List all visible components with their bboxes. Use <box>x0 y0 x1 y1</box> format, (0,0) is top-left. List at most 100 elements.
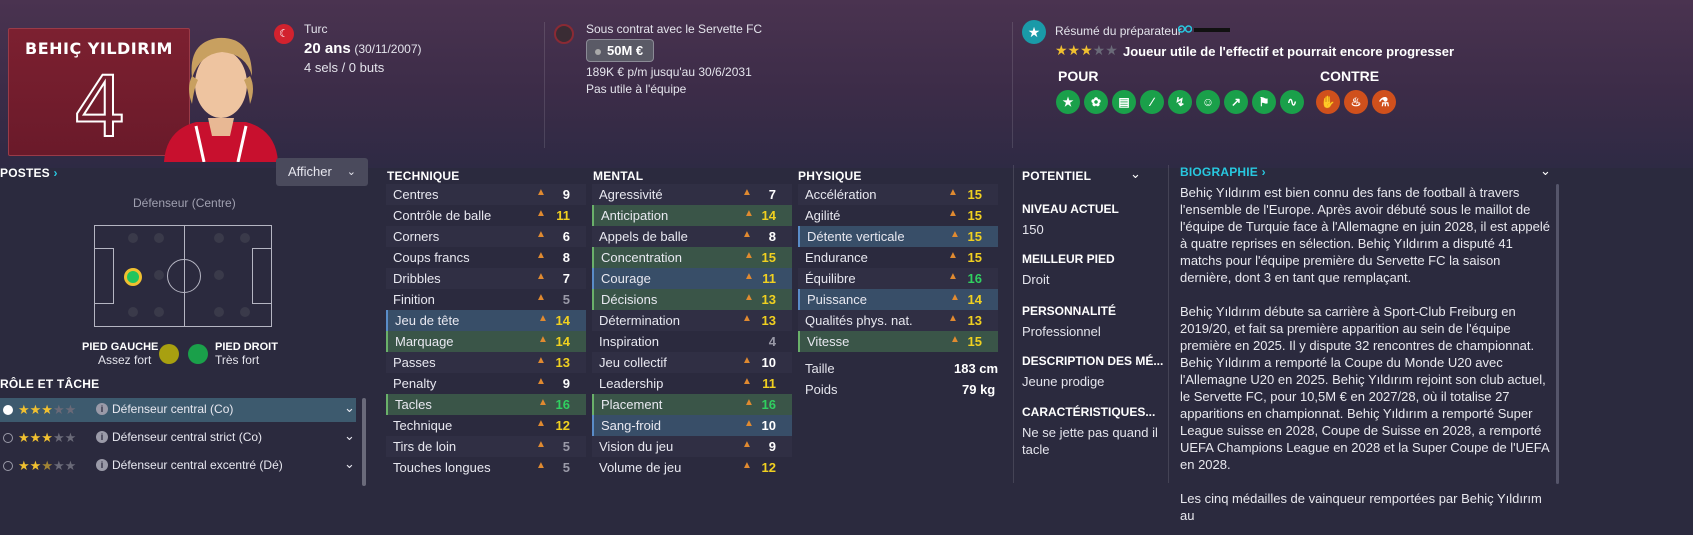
positions-title[interactable]: POSTES › <box>0 166 58 180</box>
dribble-icon[interactable]: ↯ <box>1168 90 1192 114</box>
attribute-row[interactable]: Appels de balle ▲ 8 <box>592 226 792 247</box>
role-radio[interactable] <box>3 433 13 443</box>
handshake-icon[interactable]: ✋ <box>1316 90 1340 114</box>
flag-icon[interactable]: ⚑ <box>1252 90 1276 114</box>
biography-title[interactable]: BIOGRAPHIE › <box>1180 165 1266 179</box>
attribute-row[interactable]: Anticipation ▲ 14 <box>592 205 792 226</box>
attribute-row[interactable]: Technique ▲ 12 <box>386 415 586 436</box>
fire-icon[interactable]: ♨ <box>1344 90 1368 114</box>
attribute-value: 5 <box>562 460 570 475</box>
attribute-row[interactable]: Jeu de tête ▲ 14 <box>386 310 586 331</box>
age-line: 20 ans (30/11/2007) <box>304 40 422 57</box>
attribute-row[interactable]: Puissance ▲ 14 <box>798 289 998 310</box>
tactic-board-icon[interactable]: ▤ <box>1112 90 1136 114</box>
divider <box>1168 165 1169 483</box>
roles-scrollbar[interactable] <box>362 398 366 486</box>
role-radio[interactable] <box>3 405 13 415</box>
contre-label: CONTRE <box>1320 68 1380 84</box>
progress-arrow-icon: ▲ <box>536 355 546 366</box>
role-row[interactable]: ★★★★★ i Défenseur central (Co) ⌄ <box>0 398 356 422</box>
attribute-row[interactable]: Tacles ▲ 16 <box>386 394 586 415</box>
attribute-value: 14 <box>555 334 570 349</box>
attribute-row[interactable]: Passes ▲ 13 <box>386 352 586 373</box>
attribute-row[interactable]: Leadership ▲ 11 <box>592 373 792 394</box>
attribute-row[interactable]: Détermination ▲ 13 <box>592 310 792 331</box>
progress-arrow-icon: ▲ <box>536 187 546 198</box>
attribute-value: 9 <box>562 187 570 202</box>
attribute-row[interactable]: Jeu collectif ▲ 10 <box>592 352 792 373</box>
attribute-value: 9 <box>562 376 570 391</box>
attribute-row[interactable]: Touches longues ▲ 5 <box>386 457 586 478</box>
chevron-down-icon[interactable]: ⌄ <box>344 456 355 472</box>
chevron-down-icon[interactable]: ⌄ <box>1540 163 1551 179</box>
attribute-row[interactable]: Vitesse ▲ 15 <box>798 331 998 352</box>
attribute-row[interactable]: Penalty ▲ 9 <box>386 373 586 394</box>
role-row[interactable]: ★★★★★ i Défenseur central excentré (Dé) … <box>0 454 356 478</box>
attribute-row[interactable]: Placement ▲ 16 <box>592 394 792 415</box>
attribute-row[interactable]: Accélération ▲ 15 <box>798 184 998 205</box>
info-icon[interactable]: i <box>96 459 108 471</box>
attribute-row[interactable]: Dribbles ▲ 7 <box>386 268 586 289</box>
attribute-name: Penalty <box>393 376 437 391</box>
attribute-row[interactable]: Centres ▲ 9 <box>386 184 586 205</box>
attribute-row[interactable]: Sang-froid ▲ 10 <box>592 415 792 436</box>
attribute-name: Jeu collectif <box>599 355 667 370</box>
coach-stars: ★★★★★ <box>1055 42 1118 58</box>
chevron-down-icon[interactable]: ⌄ <box>344 428 355 444</box>
attribute-row[interactable]: Endurance ▲ 15 <box>798 247 998 268</box>
progress-arrow-icon: ▲ <box>536 229 546 240</box>
chevron-down-icon[interactable]: ⌄ <box>344 400 355 416</box>
attribute-value: 9 <box>768 439 776 454</box>
attribute-row[interactable]: Contrôle de balle ▲ 11 <box>386 205 586 226</box>
media-description-label: DESCRIPTION DES MÉ... <box>1022 354 1164 368</box>
star-icon[interactable]: ★ <box>1056 90 1080 114</box>
flask-icon[interactable]: ⚗ <box>1372 90 1396 114</box>
progress-arrow-icon: ▲ <box>744 250 754 261</box>
attribute-row[interactable]: Coups francs ▲ 8 <box>386 247 586 268</box>
attribute-row[interactable]: Courage ▲ 11 <box>592 268 792 289</box>
attribute-row[interactable]: Qualités phys. nat. ▲ 13 <box>798 310 998 331</box>
attribute-row[interactable]: Vision du jeu ▲ 9 <box>592 436 792 457</box>
attribute-row[interactable]: Marquage ▲ 14 <box>386 331 586 352</box>
attribute-row[interactable]: Inspiration 4 <box>592 331 792 352</box>
attribute-name: Vision du jeu <box>599 439 674 454</box>
attribute-row[interactable]: Concentration ▲ 15 <box>592 247 792 268</box>
attribute-name: Tirs de loin <box>393 439 457 454</box>
attribute-row[interactable]: Décisions ▲ 13 <box>592 289 792 310</box>
attribute-row[interactable]: Équilibre ▲ 16 <box>798 268 998 289</box>
attribute-name: Équilibre <box>805 271 856 286</box>
potential-title: POTENTIEL <box>1022 169 1092 183</box>
attribute-name: Touches longues <box>393 460 491 475</box>
attribute-row[interactable]: Volume de jeu ▲ 12 <box>592 457 792 478</box>
attribute-name: Leadership <box>599 376 664 391</box>
progress-arrow-icon: ▲ <box>744 397 754 408</box>
attribute-row[interactable]: Tirs de loin ▲ 5 <box>386 436 586 457</box>
height-value: 183 cm <box>954 361 999 376</box>
attribute-row[interactable]: Finition ▲ 5 <box>386 289 586 310</box>
role-radio[interactable] <box>3 461 13 471</box>
player-traits: CARACTÉRISTIQUES... Ne se jette pas quan… <box>1022 405 1158 457</box>
binoculars-icon <box>1178 25 1192 33</box>
physique-title: PHYSIQUE <box>798 169 862 183</box>
afficher-button[interactable]: Afficher ⌄ <box>276 158 368 186</box>
chevron-right-icon: › <box>53 166 58 180</box>
happy-face-icon[interactable]: ☺ <box>1196 90 1220 114</box>
personality: PERSONNALITÉ Professionnel <box>1022 304 1116 339</box>
info-icon[interactable]: i <box>96 431 108 443</box>
club-crest-icon <box>554 24 574 44</box>
attribute-row[interactable]: Corners ▲ 6 <box>386 226 586 247</box>
role-row[interactable]: ★★★★★ i Défenseur central strict (Co) ⌄ <box>0 426 356 450</box>
attribute-row[interactable]: Détente verticale ▲ 15 <box>798 226 998 247</box>
attribute-row[interactable]: Agressivité ▲ 7 <box>592 184 792 205</box>
info-icon[interactable]: i <box>96 403 108 415</box>
role-stars: ★★★★★ <box>18 430 77 445</box>
attribute-row[interactable]: Agilité ▲ 15 <box>798 205 998 226</box>
squad-status: Pas utile à l'équipe <box>586 82 687 96</box>
progress-arrow-icon: ▲ <box>742 313 752 324</box>
biography-scrollbar[interactable] <box>1556 184 1559 484</box>
wave-icon[interactable]: ∿ <box>1280 90 1304 114</box>
bandage-icon[interactable]: ∕ <box>1140 90 1164 114</box>
chevron-down-icon[interactable]: ⌄ <box>1130 166 1141 182</box>
growth-chart-icon[interactable]: ↗ <box>1224 90 1248 114</box>
brain-icon[interactable]: ✿ <box>1084 90 1108 114</box>
